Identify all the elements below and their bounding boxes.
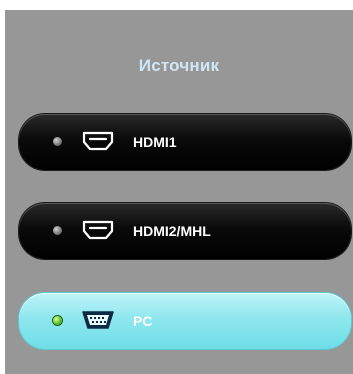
source-label: PC (133, 313, 153, 329)
status-led-active (53, 316, 62, 325)
source-option-pc[interactable]: PC (19, 293, 351, 349)
hdmi-port-icon (82, 131, 114, 151)
vga-port-icon (82, 311, 114, 329)
status-led (53, 226, 62, 235)
source-option-hdmi2-mhl[interactable]: HDMI2/MHL (19, 203, 351, 259)
hdmi-port-icon (82, 220, 114, 240)
source-label: HDMI2/MHL (133, 223, 211, 239)
source-menu-panel: Источник HDMI1 HDMI2/MHL PC (5, 10, 353, 374)
source-option-hdmi1[interactable]: HDMI1 (19, 114, 351, 170)
menu-title: Источник (138, 56, 220, 75)
source-label: HDMI1 (133, 134, 177, 150)
status-led (53, 137, 62, 146)
